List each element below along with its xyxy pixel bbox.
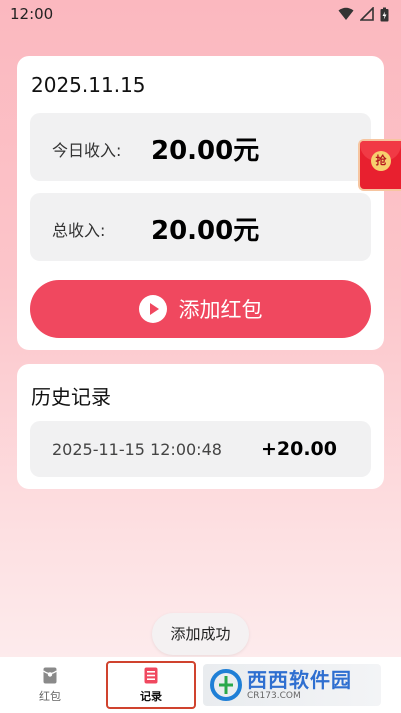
history-card: 历史记录 2025-11-15 12:00:48 +20.00: [17, 364, 384, 489]
current-date: 2025.11.15: [31, 73, 146, 97]
nav-redpacket-label: 红包: [39, 689, 61, 703]
wifi-icon: [338, 7, 354, 20]
grab-seal-icon: 抢: [371, 151, 391, 171]
grab-redpacket-float-button[interactable]: 抢: [358, 139, 401, 191]
today-income-label: 今日收入:: [52, 141, 122, 160]
toast-message: 添加成功: [152, 613, 249, 655]
signal-icon: [360, 7, 374, 21]
redpacket-icon: [43, 667, 57, 683]
total-income-box: 总收入: 20.00元: [30, 193, 371, 261]
history-amount: +20.00: [260, 438, 337, 460]
play-icon: [138, 295, 167, 323]
history-title: 历史记录: [31, 385, 111, 409]
total-income-value: 20.00元: [151, 216, 260, 246]
nav-item-records[interactable]: 记录: [106, 661, 196, 709]
nav-records-label: 记录: [140, 689, 162, 703]
history-row: 2025-11-15 12:00:48 +20.00: [30, 421, 371, 477]
watermark: 西西软件园 CR173.COM: [203, 664, 381, 706]
summary-card: 2025.11.15 今日收入: 20.00元 总收入: 20.00元 添加红包: [17, 56, 384, 350]
watermark-sub: CR173.COM: [247, 690, 301, 701]
status-bar: 12:00: [0, 0, 401, 28]
status-time: 12:00: [10, 5, 54, 23]
add-redpacket-label: 添加红包: [178, 298, 263, 322]
history-time: 2025-11-15 12:00:48: [52, 440, 222, 459]
watermark-main: 西西软件园: [247, 667, 352, 692]
status-icons: [338, 7, 389, 22]
records-icon: [144, 667, 158, 683]
today-income-value: 20.00元: [151, 136, 260, 166]
battery-icon: [380, 7, 389, 21]
add-redpacket-button[interactable]: 添加红包: [30, 280, 371, 338]
nav-item-redpacket[interactable]: 红包: [5, 657, 95, 713]
total-income-label: 总收入:: [52, 221, 106, 240]
today-income-box: 今日收入: 20.00元: [30, 113, 371, 181]
watermark-logo-icon: [210, 669, 242, 701]
watermark-text: 西西软件园 CR173.COM: [247, 670, 352, 701]
